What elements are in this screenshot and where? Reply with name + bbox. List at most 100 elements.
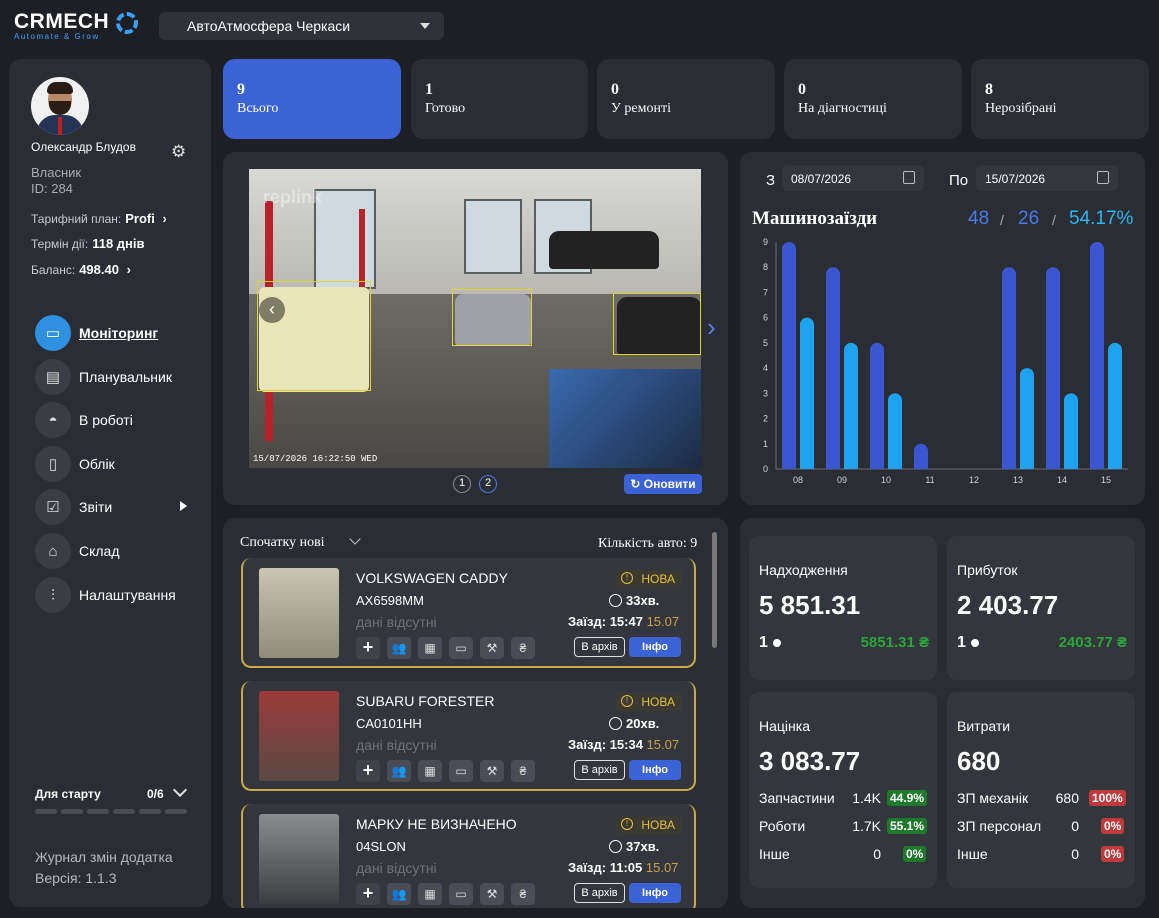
car-plate: AX6598MM [356,593,424,608]
wrench-button[interactable]: ⚒ [480,637,504,659]
hryvnia-button[interactable]: ₴ [511,760,535,782]
camera-feed[interactable]: replink 15/07/2026 16:22:50 WED ‹ [249,169,701,468]
wrench-button[interactable]: ⚒ [480,760,504,782]
chevron-down-icon[interactable] [349,533,361,545]
refresh-button[interactable]: ↻ Оновити [624,474,702,494]
avatar[interactable] [31,77,89,135]
chart-bar[interactable] [782,242,796,469]
car-name: VOLKSWAGEN CADDY [356,570,508,586]
x-tick-label: 12 [969,475,979,485]
logo-gear-icon [116,12,138,34]
sort-select[interactable]: Спочатку нові [240,535,325,551]
stat-total[interactable]: 9 Всього [223,59,401,139]
car-card[interactable]: МАРКУ НЕ ВИЗНАЧЕНО 04SLON дані відсутні … [241,804,696,908]
app-logo: CRMECH Automate & Grow [14,10,138,44]
camera-panel: replink 15/07/2026 16:22:50 WED ‹ › 1 2 … [223,152,728,505]
chart-bar-base [826,462,840,469]
sliders-icon: ⫶ [35,577,71,613]
prev-camera-button[interactable]: ‹ [259,297,285,323]
plus-button[interactable]: + [356,760,380,782]
plus-button[interactable]: + [356,637,380,659]
stat-in-repair[interactable]: 0 У ремонті [597,59,775,139]
info-button[interactable]: Інфо [629,760,681,780]
nav-planner[interactable]: ▤ Планувальник [35,359,205,395]
camera-page-2[interactable]: 2 [479,475,497,493]
stat-unsorted[interactable]: 8 Нерозібрані [971,59,1149,139]
chart-bar[interactable] [826,267,840,469]
row-label: ЗП персонал [957,818,1042,834]
row-value: 1.7K [852,818,881,834]
chart-bar[interactable] [800,317,814,469]
chart-bar-base [1046,462,1060,469]
archive-button[interactable]: В архів [574,883,625,903]
info-button[interactable]: Інфо [629,883,681,903]
grid-button[interactable]: ▦ [418,637,442,659]
hryvnia-button[interactable]: ₴ [511,883,535,905]
stat-diagnostics[interactable]: 0 На діагностиці [784,59,962,139]
clipboard-button[interactable]: ▭ [449,760,473,782]
elapsed-timer: 37хв. [608,839,660,854]
car-card[interactable]: SUBARU FORESTER CA0101HH дані відсутні Н… [241,681,696,791]
chart-bar[interactable] [1020,368,1034,469]
wrench-icon: ⚒ [486,641,498,655]
balance[interactable]: Баланс: 498.40 › [31,262,131,277]
wrench-button[interactable]: ⚒ [480,883,504,905]
info-button[interactable]: Інфо [629,637,681,657]
car-photo[interactable] [259,568,339,658]
chart-bar[interactable] [1046,267,1060,469]
nav-settings[interactable]: ⫶ Налаштування [35,577,205,613]
people-button[interactable]: 👥 [387,760,411,782]
sidebar: Олександр Блудов ⚙ Власник ID: 284 Тариф… [9,59,211,907]
nav-warehouse[interactable]: ⌂ Склад [35,533,205,569]
camera-timestamp: 15/07/2026 16:22:50 WED [253,454,378,464]
plus-icon: + [362,883,374,903]
chevron-down-icon[interactable] [172,782,188,798]
chart-bar[interactable] [1108,342,1122,469]
chart-bar[interactable] [1002,267,1016,469]
chart-bar-base [888,462,902,469]
chart-bar[interactable] [1064,393,1078,469]
stat-ready[interactable]: 1 Готово [411,59,588,139]
chart-bar[interactable] [870,342,884,469]
chart-bar[interactable] [1090,242,1104,469]
row-value: 0 [1071,846,1079,862]
changelog-link[interactable]: Журнал змін додатка [35,849,173,865]
car-photo[interactable] [259,691,339,781]
card-value: 3 083.77 [759,746,861,776]
card-count: 1 [759,634,781,652]
row-percent: 55.1% [887,818,928,834]
plus-button[interactable]: + [356,883,380,905]
camera-page-1[interactable]: 1 [453,475,471,493]
grid-button[interactable]: ▦ [418,883,442,905]
clipboard-button[interactable]: ▭ [449,883,473,905]
date-to-input[interactable]: 15/07/2026 [976,165,1118,191]
nav-accounting[interactable]: ▯ Облік [35,446,205,482]
archive-button[interactable]: В архів [574,760,625,780]
camera-watermark: replink [263,187,323,207]
chart-bar[interactable] [844,342,858,469]
people-button[interactable]: 👥 [387,637,411,659]
people-button[interactable]: 👥 [387,883,411,905]
next-camera-button[interactable]: › [707,312,716,343]
car-card[interactable]: VOLKSWAGEN CADDY AX6598MM дані відсутні … [241,558,696,668]
archive-button[interactable]: В архів [574,637,625,657]
date-from-input[interactable]: 08/07/2026 [782,165,924,191]
company-select[interactable]: АвтоАтмосфера Черкаси [159,12,444,40]
nav-reports[interactable]: ☑ Звіти [35,489,205,525]
y-tick-label: 1 [763,439,768,449]
row-percent: 0% [1101,818,1125,834]
hryvnia-button[interactable]: ₴ [511,637,535,659]
user-name: Олександр Блудов [31,140,136,154]
tariff-plan[interactable]: Тарифний план: Profi › [31,211,167,226]
scrollbar[interactable] [712,532,717,648]
clipboard-icon: ▭ [455,887,467,901]
nav-in-work[interactable]: ◓ В роботі [35,402,205,438]
grid-button[interactable]: ▦ [418,760,442,782]
nav-label: Звіти [79,499,113,515]
arrival-time: Заїзд: 11:05 15.07 [568,860,679,875]
car-photo[interactable] [259,814,339,904]
clipboard-button[interactable]: ▭ [449,637,473,659]
settings-gear-icon[interactable]: ⚙ [171,143,189,161]
nav-monitoring[interactable]: ▭ Моніторинг [35,315,205,351]
chart-bar[interactable] [888,393,902,469]
